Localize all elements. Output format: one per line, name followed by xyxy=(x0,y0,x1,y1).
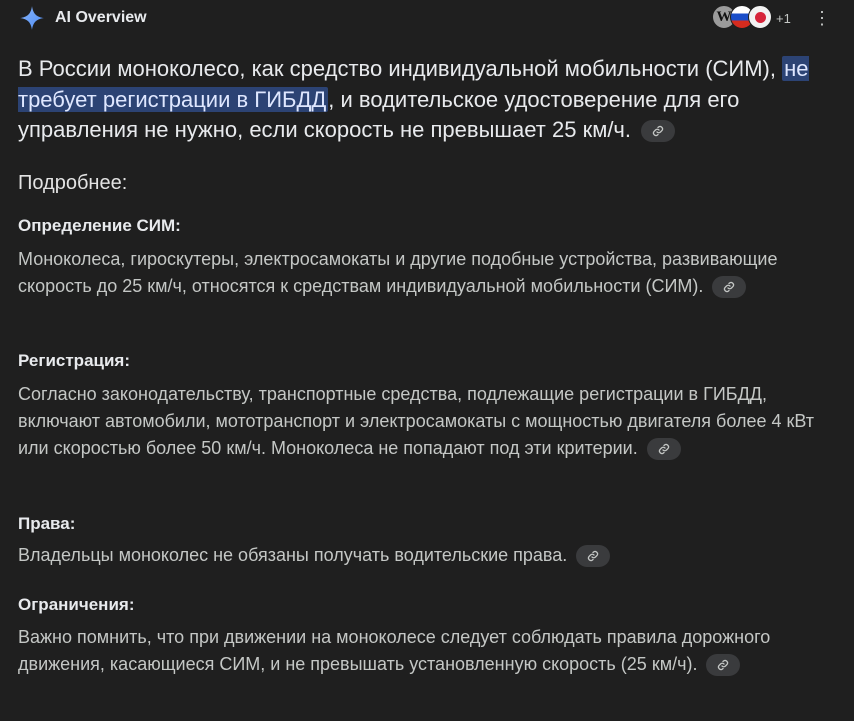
section-title-registration: Регистрация: xyxy=(18,351,131,370)
section-link-button[interactable] xyxy=(706,654,741,677)
ai-overview-header: AI Overview W +1 ⋮ xyxy=(0,0,854,36)
section-title-restrictions: Ограничения: xyxy=(18,595,135,614)
section-link-button[interactable] xyxy=(646,438,681,461)
ai-overview-title: AI Overview xyxy=(55,9,147,26)
section-text: Владельцы моноколес не обязаны получать … xyxy=(18,545,568,565)
section-link-button[interactable] xyxy=(576,545,611,568)
section-body-restrictions: Важно помнить, что при движении на монок… xyxy=(18,624,840,678)
link-icon xyxy=(653,126,664,137)
section-body-license: Владельцы моноколес не обязаны получать … xyxy=(18,542,840,569)
details-label: Подробнее: xyxy=(18,172,128,194)
section-body-registration: Согласно законодательству, транспортные … xyxy=(18,381,840,462)
source-avatars[interactable]: W xyxy=(712,5,772,31)
link-icon xyxy=(658,444,669,455)
section-title-license: Права: xyxy=(18,514,76,533)
link-icon xyxy=(718,660,729,671)
more-vert-icon[interactable]: ⋮ xyxy=(812,6,832,30)
summary-link-button[interactable] xyxy=(641,120,676,143)
section-body-definition: Моноколеса, гироскутеры, электросамокаты… xyxy=(18,246,840,300)
source-avatar-logo[interactable] xyxy=(748,5,772,29)
section-text: Моноколеса, гироскутеры, электросамокаты… xyxy=(18,249,778,296)
link-icon xyxy=(724,282,735,293)
link-icon xyxy=(588,551,599,562)
summary-text: В России моноколесо, как средство индиви… xyxy=(18,54,838,146)
sources-more-count[interactable]: +1 xyxy=(776,11,791,26)
section-text: Важно помнить, что при движении на монок… xyxy=(18,627,771,674)
section-link-button[interactable] xyxy=(712,276,747,299)
section-text: Согласно законодательству, транспортные … xyxy=(18,384,815,458)
summary-pre: В России моноколесо, как средство индиви… xyxy=(18,56,783,81)
sparkle-icon xyxy=(20,6,44,30)
section-title-definition: Определение СИМ: xyxy=(18,216,181,235)
